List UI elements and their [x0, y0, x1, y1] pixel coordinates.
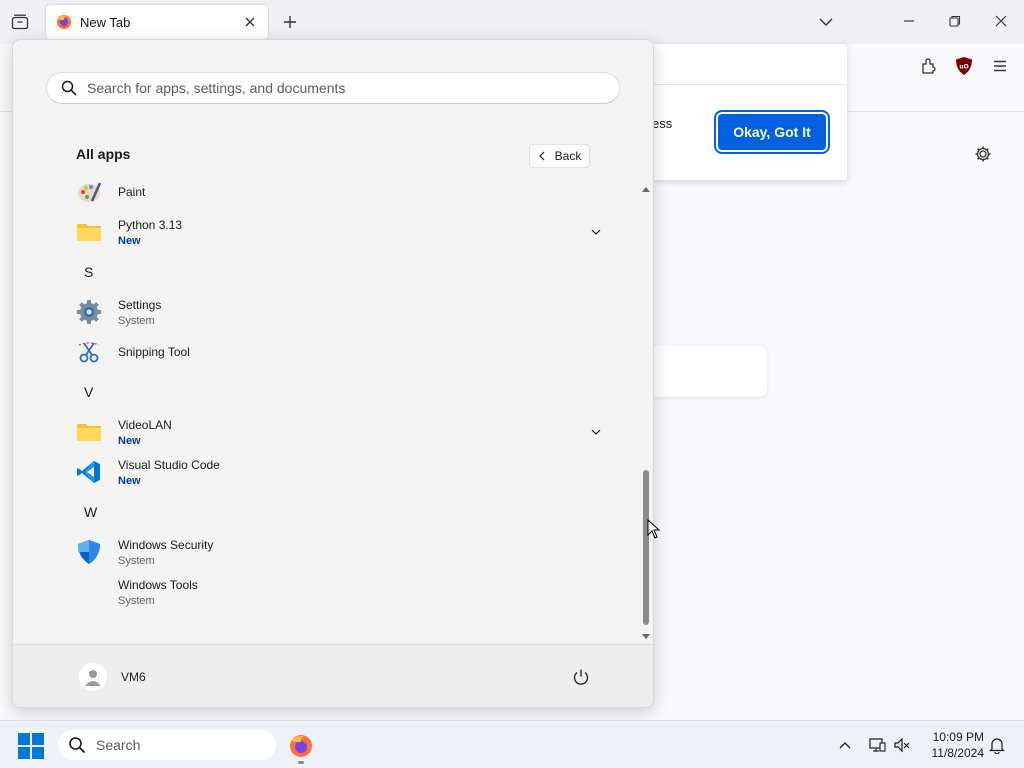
network-icon[interactable]	[867, 735, 887, 755]
close-window-icon[interactable]	[990, 10, 1012, 32]
okay-got-it-button[interactable]: Okay, Got It	[714, 110, 830, 154]
taskbar-clock[interactable]: 10:09 PM 11/8/2024	[918, 729, 985, 761]
app-name: Python 3.13	[118, 217, 183, 232]
folder-icon	[75, 418, 103, 446]
extensions-icon[interactable]	[917, 54, 941, 78]
restore-icon[interactable]	[944, 10, 966, 32]
list-item-vscode[interactable]: Visual Studio Code New	[69, 453, 603, 491]
app-name: Visual Studio Code	[118, 457, 220, 472]
folder-icon	[75, 218, 103, 246]
start-menu: Search for apps, settings, and documents…	[12, 39, 654, 708]
settings-icon	[75, 298, 103, 326]
vscode-icon	[75, 458, 103, 486]
taskbar: Search 10:09 PM 11/8/2024	[0, 720, 1024, 768]
app-category: System	[118, 554, 155, 567]
app-name: Paint	[118, 185, 146, 199]
letter-header-w[interactable]: W	[84, 504, 104, 524]
start-menu-footer: VM6	[13, 644, 653, 707]
popup-message: ess	[652, 116, 673, 131]
taskbar-search-box[interactable]: Search	[58, 730, 276, 760]
user-avatar-icon[interactable]	[79, 663, 107, 691]
tab-title: New Tab	[80, 14, 131, 30]
app-name: Settings	[118, 297, 162, 312]
new-badge: New	[118, 474, 141, 487]
tab-list-icon[interactable]	[8, 10, 32, 34]
app-name: VideoLAN	[118, 417, 172, 432]
app-name: Windows Tools	[118, 577, 198, 592]
svg-text:uO: uO	[959, 64, 968, 71]
new-badge: New	[118, 434, 141, 447]
gear-icon[interactable]	[972, 143, 994, 165]
clock-time: 10:09 PM	[932, 730, 984, 744]
power-icon[interactable]	[571, 667, 591, 687]
ublock-origin-icon[interactable]: uO	[952, 54, 976, 78]
taskbar-search-label: Search	[96, 737, 141, 753]
tab-close-icon[interactable]	[242, 14, 258, 30]
running-indicator	[298, 761, 304, 764]
hamburger-menu-icon[interactable]	[988, 54, 1012, 78]
snipping-tool-icon	[75, 338, 103, 366]
chevron-up-icon[interactable]	[835, 735, 855, 755]
app-name: Windows Security	[118, 537, 214, 552]
scroll-down-arrow-icon[interactable]	[641, 629, 651, 639]
notification-bell-icon[interactable]	[987, 735, 1007, 755]
user-name[interactable]: VM6	[121, 670, 146, 684]
windows-security-icon	[75, 538, 103, 566]
chevron-down-icon[interactable]	[589, 225, 603, 239]
app-name: Snipping Tool	[118, 345, 190, 359]
clock-date: 11/8/2024	[931, 746, 985, 760]
list-item-videolan-folder[interactable]: VideoLAN New	[69, 413, 603, 451]
list-item-windows-tools[interactable]: Windows Tools System	[69, 573, 603, 611]
windows-tools-icon	[75, 578, 103, 606]
list-item-paint[interactable]: Paint	[69, 173, 603, 211]
app-category: System	[118, 594, 155, 607]
firefox-icon	[57, 15, 71, 29]
scrollbar-thumb[interactable]	[643, 470, 649, 625]
new-badge: New	[118, 234, 141, 247]
firefox-taskbar-icon[interactable]	[288, 733, 314, 759]
mouse-cursor-icon	[647, 518, 661, 539]
paint-icon	[75, 178, 103, 206]
scroll-up-arrow-icon[interactable]	[641, 181, 651, 192]
windows-start-icon[interactable]	[18, 733, 44, 759]
list-item-windows-security[interactable]: Windows Security System	[69, 533, 603, 571]
chevron-down-icon[interactable]	[589, 425, 603, 439]
search-icon	[69, 737, 86, 754]
letter-header-v[interactable]: V	[84, 384, 104, 404]
list-item-snipping-tool[interactable]: Snipping Tool	[69, 333, 603, 371]
volume-muted-icon[interactable]	[892, 735, 912, 755]
browser-tab-bar: New Tab	[0, 0, 1024, 44]
app-category: System	[118, 314, 155, 327]
list-item-python-folder[interactable]: Python 3.13 New	[69, 213, 603, 251]
app-list: Paint Python 3.13 New S Settings System …	[13, 40, 633, 640]
new-tab-plus-icon[interactable]	[280, 12, 300, 32]
list-item-settings[interactable]: Settings System	[69, 293, 603, 331]
tab-new-tab[interactable]: New Tab	[46, 5, 268, 39]
letter-header-s[interactable]: S	[84, 264, 104, 284]
minimize-icon[interactable]	[898, 10, 920, 32]
chevron-down-icon[interactable]	[816, 12, 836, 32]
